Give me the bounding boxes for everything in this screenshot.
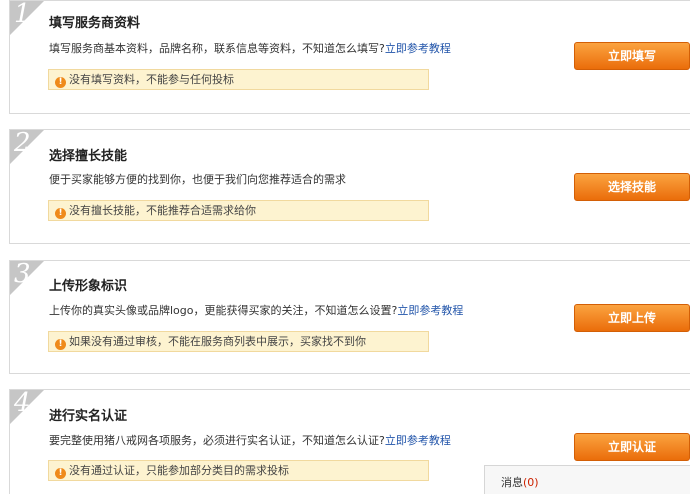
step-description: 便于买家能够方便的找到你，也便于我们向您推荐适合的需求 <box>49 171 346 187</box>
tutorial-link[interactable]: 立即参考教程 <box>397 304 463 317</box>
step-title: 上传形象标识 <box>49 279 128 294</box>
message-label[interactable]: 消息(0) <box>501 474 539 490</box>
warning-text: 没有通过认证，只能参加部分类目的需求投标 <box>69 464 289 477</box>
tutorial-link[interactable]: 立即参考教程 <box>385 434 451 447</box>
exclamation-circle-icon: ! <box>55 208 66 219</box>
step-card-3: 3 上传形象标识 上传你的真实头像或品牌logo，更能获得买家的关注，不知道怎么… <box>9 259 690 374</box>
message-label-text: 消息 <box>501 476 523 489</box>
step-title: 进行实名认证 <box>49 409 128 424</box>
step-number: 2 <box>14 128 31 158</box>
warning-text: 如果没有通过审核，不能在服务商列表中展示，买家找不到你 <box>69 335 366 348</box>
step-number-badge: 4 <box>10 388 44 424</box>
step-description-text: 要完整使用猪八戒网各项服务，必须进行实名认证，不知道怎么认证? <box>49 434 385 447</box>
exclamation-circle-icon: ! <box>55 77 66 88</box>
warning-notice: ! 没有擅长技能，不能推荐合适需求给你 <box>48 200 429 221</box>
step-description-text: 上传你的真实头像或品牌logo，更能获得买家的关注，不知道怎么设置? <box>49 304 398 317</box>
step-description-text: 填写服务商基本资料，品牌名称，联系信息等资料，不知道怎么填写? <box>49 42 385 55</box>
select-skills-button[interactable]: 选择技能 <box>574 173 690 201</box>
step-description: 上传你的真实头像或品牌logo，更能获得买家的关注，不知道怎么设置?立即参考教程 <box>49 302 463 318</box>
verify-identity-button[interactable]: 立即认证 <box>574 433 690 461</box>
step-number-badge: 1 <box>10 0 44 35</box>
warning-notice: ! 没有通过认证，只能参加部分类目的需求投标 <box>48 460 429 481</box>
step-title: 填写服务商资料 <box>49 16 141 31</box>
step-description: 填写服务商基本资料，品牌名称，联系信息等资料，不知道怎么填写?立即参考教程 <box>49 40 451 56</box>
exclamation-circle-icon: ! <box>55 468 66 479</box>
warning-text: 没有擅长技能，不能推荐合适需求给你 <box>69 204 256 217</box>
fill-info-button[interactable]: 立即填写 <box>574 42 690 70</box>
step-number: 3 <box>14 259 31 289</box>
upload-logo-button[interactable]: 立即上传 <box>574 304 690 332</box>
step-card-2: 2 选择擅长技能 便于买家能够方便的找到你，也便于我们向您推荐适合的需求 ! 没有… <box>9 128 690 244</box>
step-number-badge: 3 <box>10 259 44 295</box>
step-number-badge: 2 <box>10 128 44 164</box>
message-bar[interactable]: 消息(0) <box>484 465 690 494</box>
step-card-1: 1 填写服务商资料 填写服务商基本资料，品牌名称，联系信息等资料，不知道怎么填写… <box>9 0 690 114</box>
warning-notice: ! 没有填写资料，不能参与任何投标 <box>48 69 429 90</box>
tutorial-link[interactable]: 立即参考教程 <box>385 42 451 55</box>
step-number: 1 <box>14 0 31 29</box>
step-description: 要完整使用猪八戒网各项服务，必须进行实名认证，不知道怎么认证?立即参考教程 <box>49 432 451 448</box>
exclamation-circle-icon: ! <box>55 339 66 350</box>
step-description-text: 便于买家能够方便的找到你，也便于我们向您推荐适合的需求 <box>49 173 346 186</box>
warning-text: 没有填写资料，不能参与任何投标 <box>69 73 234 86</box>
message-count: (0) <box>523 476 539 489</box>
step-number: 4 <box>14 388 31 418</box>
warning-notice: ! 如果没有通过审核，不能在服务商列表中展示，买家找不到你 <box>48 331 429 352</box>
step-title: 选择擅长技能 <box>49 149 128 164</box>
